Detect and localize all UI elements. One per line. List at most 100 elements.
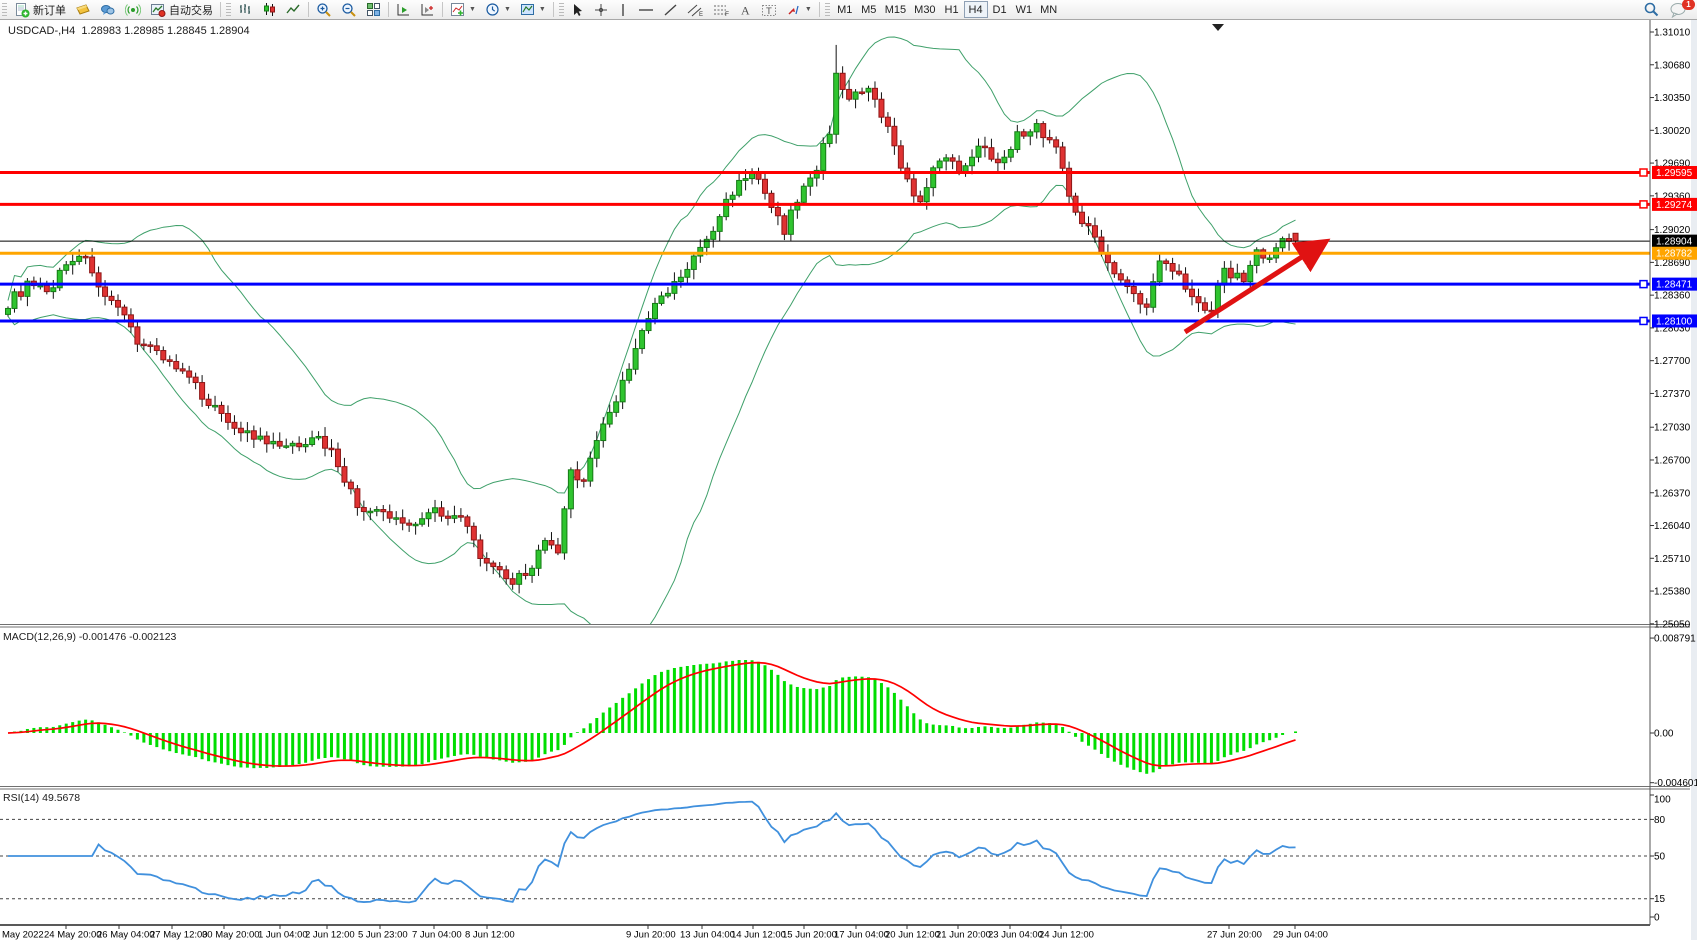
text-icon: A: [739, 3, 752, 17]
candle: [64, 265, 69, 271]
tile-windows-button[interactable]: [362, 1, 385, 18]
periods-button[interactable]: ▼: [481, 1, 515, 18]
community-button[interactable]: [96, 1, 120, 18]
channel-icon: E: [687, 3, 704, 17]
macd-main-value: -0.001476: [79, 631, 126, 643]
timeframe-button-m30[interactable]: M30: [910, 1, 939, 18]
candle: [879, 99, 884, 117]
candle: [1021, 132, 1026, 136]
candle: [439, 508, 444, 516]
candle: [1112, 263, 1117, 274]
toolbar: 新订单: [0, 0, 1697, 20]
new-order-button[interactable]: 新订单: [10, 1, 70, 18]
dropdown-caret: ▼: [504, 6, 511, 13]
toolbar-grip[interactable]: [226, 3, 231, 17]
annotations[interactable]: [1185, 24, 1322, 332]
signals-button[interactable]: [121, 1, 145, 18]
candle: [924, 188, 929, 202]
price-chart[interactable]: 1.310101.306801.303501.300201.296901.293…: [0, 19, 1697, 940]
candle: [497, 567, 502, 570]
horizontal-line-button[interactable]: [634, 1, 658, 18]
notifications-button[interactable]: 1: [1665, 1, 1691, 18]
trendline-button[interactable]: [659, 1, 682, 18]
zoom-in-button[interactable]: [312, 1, 336, 18]
time-axis[interactable]: May 202224 May 20:0026 May 04:0027 May 1…: [2, 925, 1328, 940]
cursor-button[interactable]: [567, 1, 589, 18]
timeframe-button-m1[interactable]: M1: [833, 1, 857, 18]
candle: [238, 428, 243, 432]
timeframe-button-m5[interactable]: M5: [857, 1, 881, 18]
line-handle[interactable]: [1640, 281, 1647, 288]
text-label-button[interactable]: T: [757, 1, 781, 18]
blue-bubbles-icon: [100, 2, 116, 18]
line-handle[interactable]: [1640, 169, 1647, 176]
price-flag-label: 1.28471: [1656, 280, 1693, 291]
templates-button[interactable]: ▼: [516, 1, 550, 18]
candle: [840, 73, 845, 89]
rsi-pane: [0, 802, 1650, 903]
equidistant-channel-button[interactable]: E: [683, 1, 708, 18]
line-chart-button[interactable]: [282, 1, 305, 18]
candle: [827, 134, 832, 143]
candle: [1131, 287, 1136, 294]
candle: [659, 296, 664, 303]
candlestick-chart-button[interactable]: [258, 1, 281, 18]
arrows-button[interactable]: ▼: [782, 1, 816, 18]
time-tick-label: 29 Jun 04:00: [1273, 930, 1328, 940]
line-handle[interactable]: [1640, 317, 1647, 324]
price-tick-label: 1.28360: [1654, 291, 1691, 302]
candle: [665, 293, 670, 296]
candle: [1028, 132, 1033, 136]
timeframe-button-h4[interactable]: H4: [964, 1, 988, 18]
timeframe-button-d1[interactable]: D1: [988, 1, 1012, 18]
chart-symbol-period: USDCAD-,H4: [8, 25, 75, 37]
auto-scroll-button[interactable]: [392, 1, 415, 18]
chart-shift-marker[interactable]: [1212, 24, 1224, 31]
chart-shift-button[interactable]: [416, 1, 439, 18]
toolbar-grip[interactable]: [2, 3, 7, 17]
fibonacci-button[interactable]: F: [709, 1, 734, 18]
candle: [853, 92, 858, 99]
candle: [413, 524, 418, 526]
candle: [264, 436, 269, 444]
price-axis: 1.310101.306801.303501.300201.296901.293…: [0, 20, 1697, 940]
time-tick-label: 9 Jun 20:00: [626, 930, 676, 940]
toolbar-grip[interactable]: [825, 3, 830, 17]
separator: [308, 2, 309, 17]
timeframe-button-mn[interactable]: MN: [1036, 1, 1061, 18]
bar-chart-button[interactable]: [234, 1, 257, 18]
right-edge-strip: [1691, 20, 1697, 940]
candle: [950, 158, 955, 161]
price-tick-label: 1.25050: [1654, 619, 1691, 630]
toolbar-grip[interactable]: [559, 3, 564, 17]
timeframe-button-w1[interactable]: W1: [1012, 1, 1037, 18]
candle: [1222, 268, 1227, 285]
search-icon: [1643, 1, 1660, 18]
sticker-button[interactable]: [71, 1, 95, 18]
candle: [918, 196, 923, 202]
candle: [898, 146, 903, 168]
rsi-tick-label: 0: [1654, 913, 1660, 924]
candle: [976, 146, 981, 157]
price-tick-label: 1.30680: [1654, 60, 1691, 71]
timeframe-button-m15[interactable]: M15: [881, 1, 910, 18]
candle: [258, 436, 263, 439]
price-flag-label: 1.29274: [1656, 200, 1693, 211]
candle: [620, 380, 625, 402]
line-handle[interactable]: [1640, 201, 1647, 208]
search-button[interactable]: [1639, 1, 1664, 18]
auto-trading-button[interactable]: 自动交易: [146, 1, 217, 18]
timeframe-button-h1[interactable]: H1: [940, 1, 964, 18]
vertical-line-button[interactable]: [613, 1, 633, 18]
candle: [685, 269, 690, 277]
indicators-button[interactable]: ▼: [446, 1, 480, 18]
trend-arrow[interactable]: [1185, 244, 1322, 332]
text-button[interactable]: A: [735, 1, 756, 18]
fibonacci-icon: F: [713, 3, 730, 17]
candle: [1280, 239, 1285, 248]
crosshair-button[interactable]: [590, 1, 612, 18]
dropdown-caret: ▼: [539, 6, 546, 13]
candlestick-chart-icon: [262, 2, 277, 17]
time-tick-label: 24 May 20:00: [44, 930, 102, 940]
zoom-out-button[interactable]: [337, 1, 361, 18]
